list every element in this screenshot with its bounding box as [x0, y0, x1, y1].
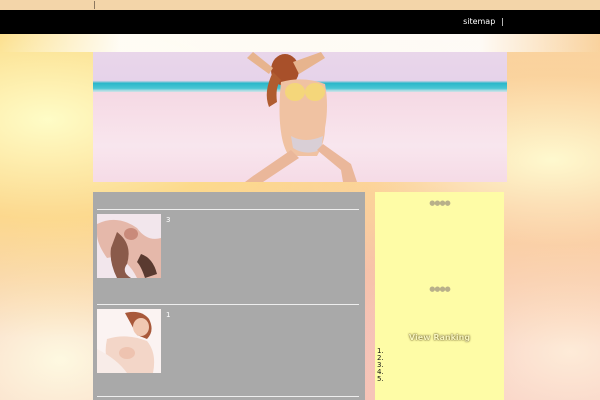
- post-number: 1: [166, 311, 171, 319]
- sidebar-header-2: ●●●●: [429, 285, 450, 293]
- sidebar-header-1: ●●●●: [429, 199, 450, 207]
- post-thumbnail-image: [97, 214, 161, 278]
- header-banner-image: [93, 52, 507, 182]
- sidebar-panel: ●●●● ●●●● View Ranking 1. 2. 3. 4. 5.: [375, 192, 504, 400]
- post-divider: [97, 209, 359, 210]
- top-strip: |: [0, 0, 600, 10]
- sitemap-link[interactable]: sitemap: [463, 17, 495, 26]
- header-nav-bar: sitemap |: [0, 10, 600, 34]
- nav-links: sitemap |: [463, 17, 504, 26]
- ranking-title: View Ranking: [408, 333, 471, 342]
- banner-figure-illustration: [245, 52, 357, 182]
- main-content-panel: 3 1: [93, 192, 365, 400]
- ranking-item[interactable]: 5.: [377, 376, 384, 383]
- top-separator: |: [93, 0, 96, 9]
- ranking-list: 1. 2. 3. 4. 5.: [377, 348, 384, 383]
- post-thumbnail[interactable]: [97, 309, 161, 373]
- post-thumbnail-image: [97, 309, 161, 373]
- post-divider: [97, 396, 359, 397]
- post-number: 3: [166, 216, 171, 224]
- post-divider: [97, 304, 359, 305]
- post-thumbnail[interactable]: [97, 214, 161, 278]
- nav-separator: |: [501, 17, 504, 26]
- header-glow-strip: [0, 34, 600, 52]
